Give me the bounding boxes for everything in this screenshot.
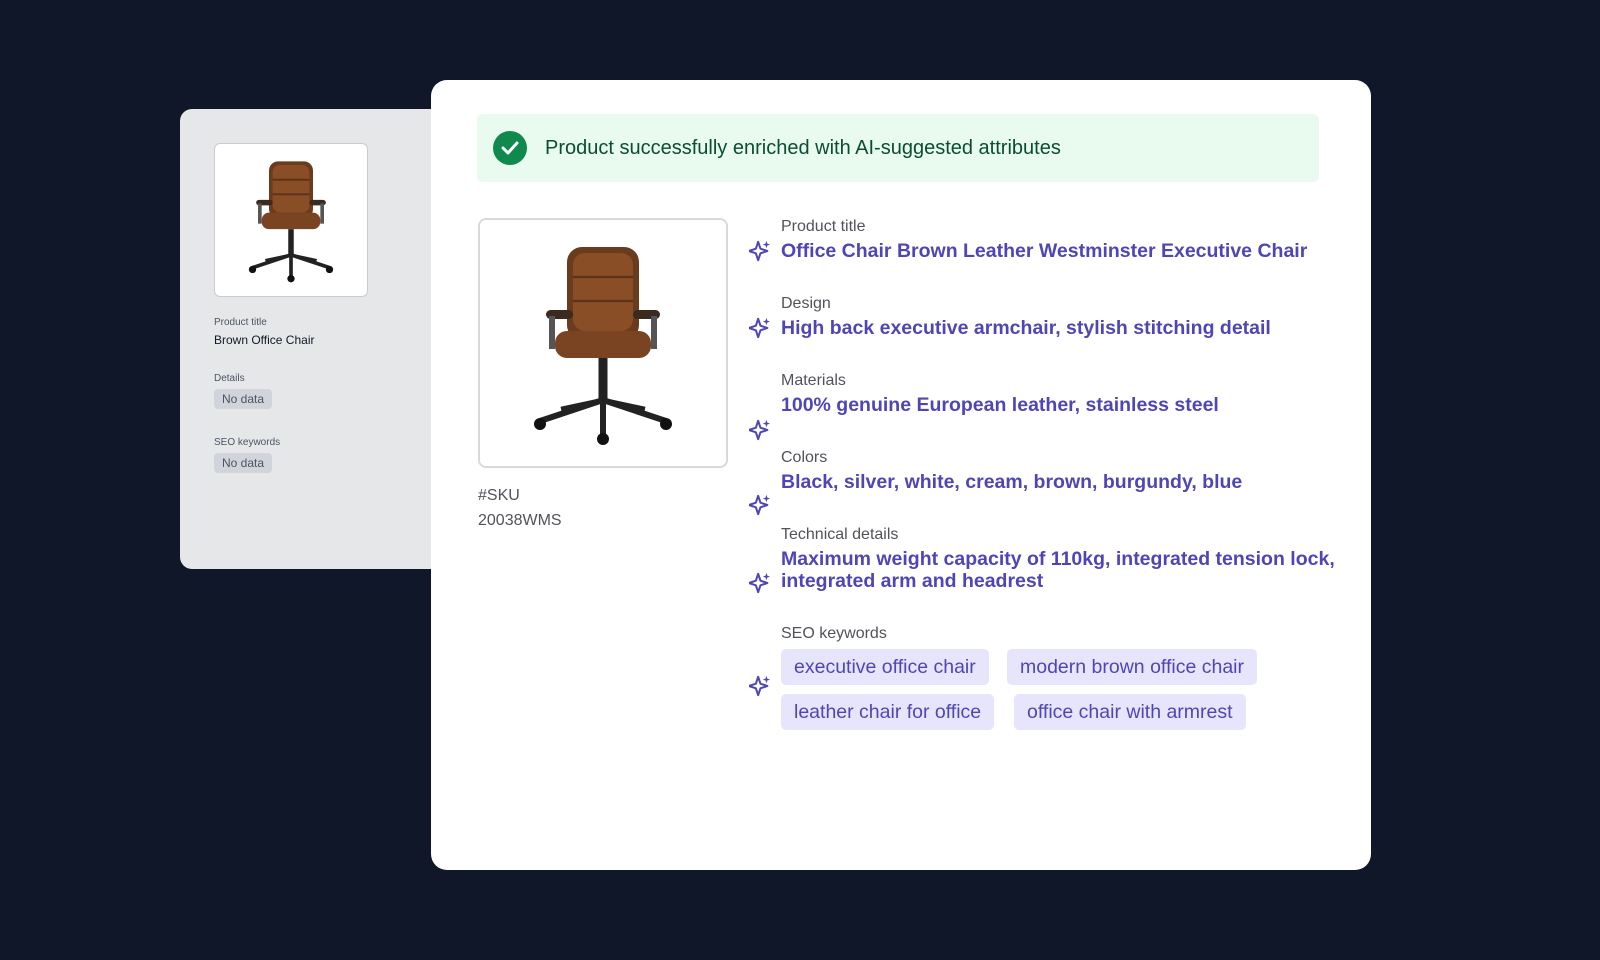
- office-chair-image: [534, 247, 672, 445]
- ai-sparkle-icon: [749, 240, 771, 262]
- ai-sparkle-icon: [749, 572, 771, 594]
- attr-label: Technical details: [781, 526, 899, 543]
- original-details-label: Details: [214, 373, 245, 384]
- attr-value: 100% genuine European leather, stainless…: [781, 394, 1219, 416]
- original-product-thumbnail: [214, 143, 368, 297]
- attr-label: SEO keywords: [781, 625, 887, 642]
- attr-seo-keywords: SEO keywords: [781, 625, 1341, 647]
- attr-label: Design: [781, 295, 831, 312]
- attr-colors[interactable]: Colors Black, silver, white, cream, brow…: [781, 449, 1341, 493]
- ai-sparkle-icon: [749, 419, 771, 441]
- sku-value: 20038WMS: [478, 512, 562, 529]
- original-product-card: Product title Brown Office Chair Details…: [180, 109, 470, 569]
- attr-technical-details[interactable]: Technical details Maximum weight capacit…: [781, 526, 1341, 592]
- attr-value: Black, silver, white, cream, brown, burg…: [781, 471, 1243, 493]
- attr-design[interactable]: Design High back executive armchair, sty…: [781, 295, 1341, 339]
- success-banner: Product successfully enriched with AI-su…: [477, 114, 1319, 182]
- ai-sparkle-icon: [749, 675, 771, 697]
- original-seo-badge: No data: [214, 453, 273, 473]
- office-chair-image: [248, 161, 334, 283]
- ai-sparkle-icon: [749, 317, 771, 339]
- original-title-label: Product title: [214, 317, 267, 328]
- original-seo-label: SEO keywords: [214, 437, 281, 448]
- attr-value: High back executive armchair, stylish st…: [781, 317, 1271, 339]
- keyword-chip[interactable]: leather chair for office: [781, 694, 995, 730]
- original-details-badge: No data: [214, 389, 273, 409]
- attr-materials[interactable]: Materials 100% genuine European leather,…: [781, 372, 1341, 416]
- attr-label: Colors: [781, 449, 828, 466]
- attr-label: Product title: [781, 218, 866, 235]
- ai-sparkle-icon: [749, 494, 771, 516]
- attr-product-title[interactable]: Product title Office Chair Brown Leather…: [781, 218, 1341, 262]
- success-message: Product successfully enriched with AI-su…: [545, 136, 1061, 159]
- keyword-chip[interactable]: executive office chair: [781, 649, 989, 685]
- keyword-chip[interactable]: office chair with armrest: [1014, 694, 1246, 730]
- keyword-chip[interactable]: modern brown office chair: [1007, 649, 1258, 685]
- original-title-value: Brown Office Chair: [214, 333, 315, 347]
- attr-value: Maximum weight capacity of 110kg, integr…: [781, 548, 1335, 592]
- product-image-frame[interactable]: [478, 218, 728, 468]
- enriched-product-card: Product successfully enriched with AI-su…: [431, 80, 1371, 870]
- sku-label: #SKU: [478, 487, 520, 504]
- attr-value: Office Chair Brown Leather Westminster E…: [781, 240, 1308, 262]
- check-circle-icon: [493, 131, 527, 165]
- attr-label: Materials: [781, 372, 846, 389]
